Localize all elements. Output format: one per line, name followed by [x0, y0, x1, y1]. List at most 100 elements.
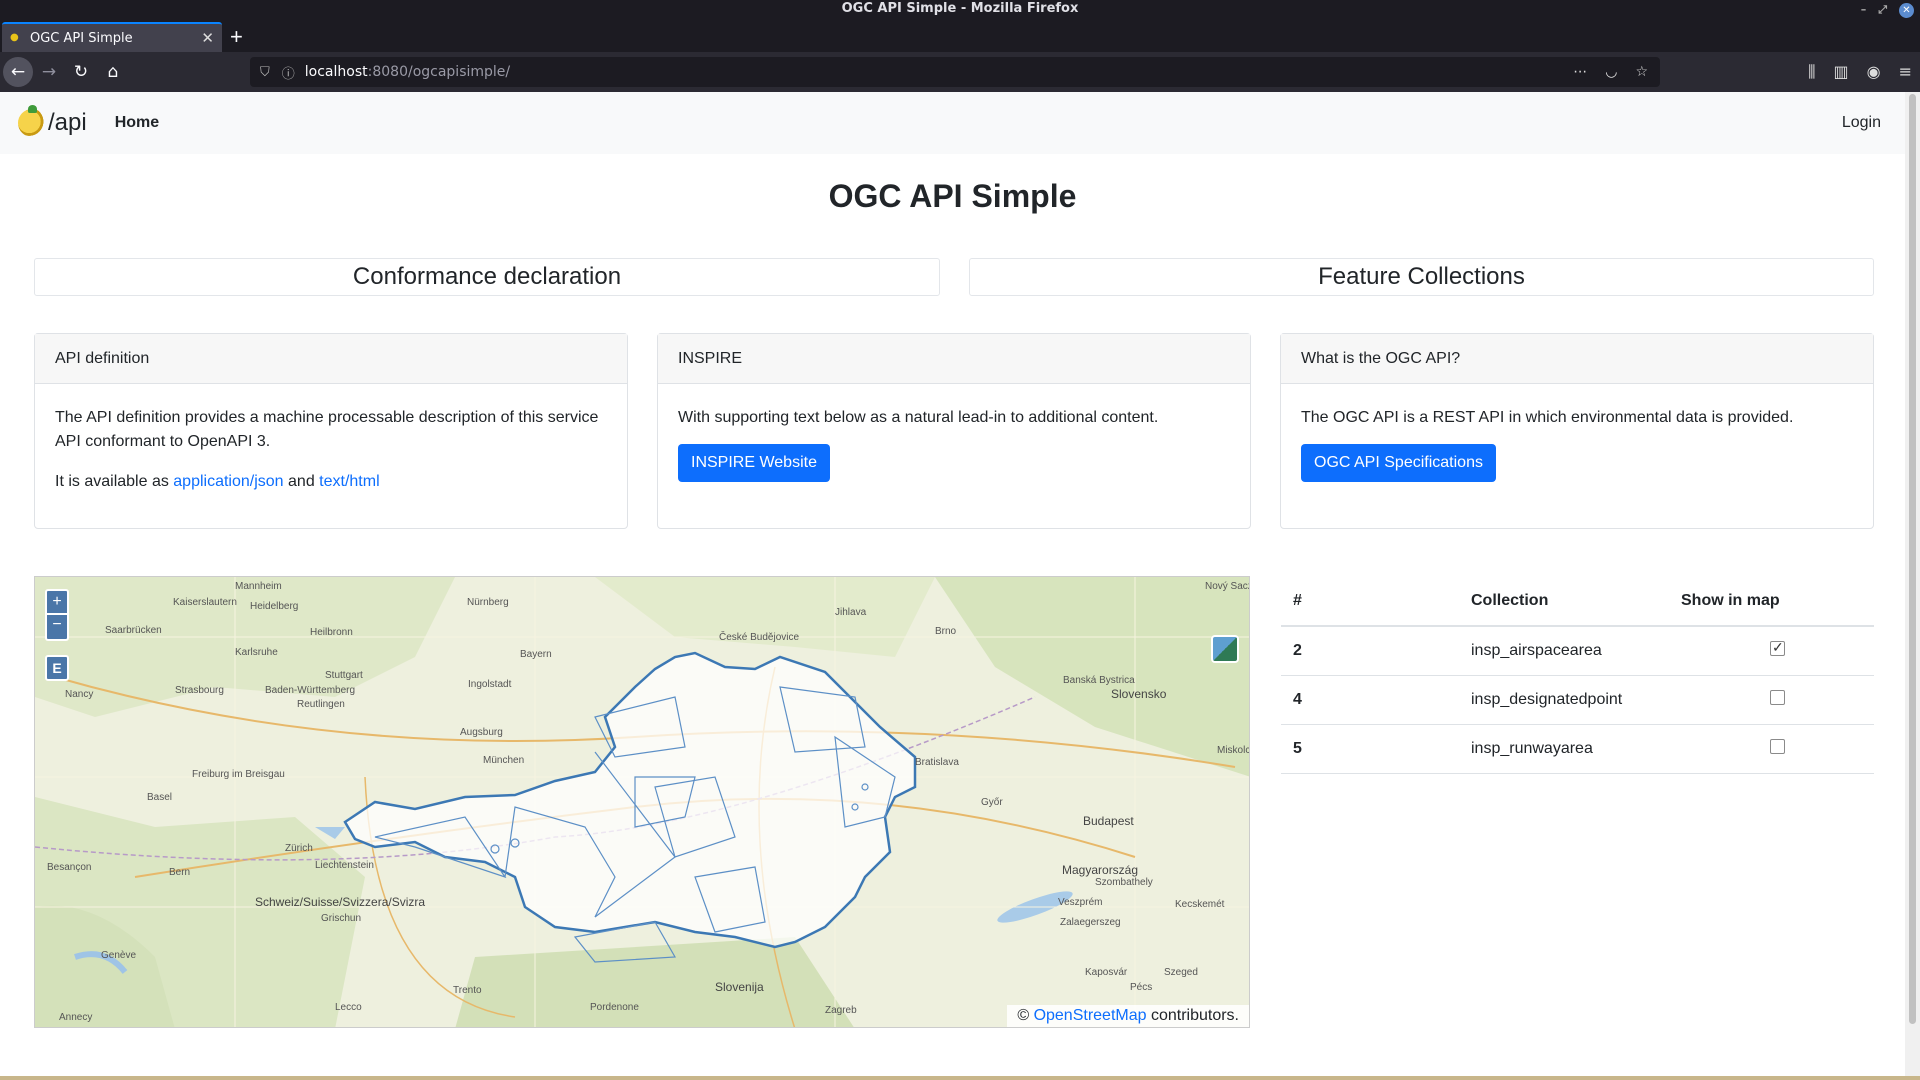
map-place-label: Kaiserslautern — [173, 597, 237, 608]
collection-link[interactable]: insp_airspacearea — [1471, 626, 1681, 676]
map-place-label: Mannheim — [235, 581, 282, 592]
show-in-map-cell — [1681, 626, 1874, 676]
map-place-label: Kecskemét — [1175, 899, 1225, 910]
map-place-label: Budapest — [1083, 814, 1134, 828]
collection-link[interactable]: insp_runwayarea — [1471, 724, 1681, 774]
map-place-label: Miskolc — [1217, 745, 1250, 756]
brand-text: /api — [48, 109, 87, 136]
section-links: Conformance declaration Feature Collecti… — [34, 258, 1874, 296]
map-place-label: Bayern — [520, 649, 552, 660]
map-place-label: Győr — [981, 797, 1003, 808]
toolbar-right: ⫼ ▥ ◉ ≡ — [1808, 62, 1912, 82]
sidebar-icon[interactable]: ▥ — [1834, 62, 1849, 82]
map-place-label: Zagreb — [825, 1005, 857, 1016]
url-path: :8080/ogcapisimple/ — [367, 64, 511, 80]
map-place-label: Heilbronn — [310, 627, 353, 638]
map-place-label: Szeged — [1164, 967, 1198, 978]
site-navbar: /api Home Login — [0, 92, 1905, 154]
table-row: 2 insp_airspacearea — [1281, 626, 1874, 676]
library-icon[interactable]: ⫼ — [1808, 62, 1815, 82]
map-place-label: Lecco — [335, 1002, 362, 1013]
map-place-label: Bern — [169, 867, 191, 878]
show-in-map-checkbox[interactable] — [1770, 689, 1785, 705]
card-ogc-api: What is the OGC API? The OGC API is a RE… — [1280, 333, 1874, 529]
conformance-link[interactable]: Conformance declaration — [34, 258, 940, 296]
col-header-show-in-map: Show in map — [1681, 576, 1874, 627]
reload-icon[interactable]: ↻ — [65, 56, 97, 88]
close-window-icon[interactable]: ✕ — [1899, 2, 1914, 18]
map-place-label: Besançon — [47, 862, 92, 873]
table-row: 4 insp_designatedpoint — [1281, 675, 1874, 725]
pocket-icon[interactable]: ◡ — [1605, 64, 1617, 80]
favicon-icon: ● — [10, 32, 19, 43]
map-place-label: Freiburg im Breisgau — [192, 769, 285, 780]
card-header: API definition — [35, 334, 627, 384]
map-place-label: Jihlava — [835, 607, 867, 618]
map-place-label: Zürich — [285, 843, 313, 854]
scrollbar-thumb[interactable] — [1909, 94, 1916, 1024]
tracking-shield-icon[interactable]: ⛉ — [260, 65, 270, 80]
map-place-label: Pécs — [1130, 982, 1153, 993]
tab-title: OGC API Simple — [30, 30, 133, 46]
show-in-map-cell — [1681, 675, 1874, 725]
url-bar[interactable]: ⛉ ⓘ localhost:8080/ogcapisimple/ ⋯ ◡ ☆ — [250, 57, 1660, 87]
col-header-collection: Collection — [1471, 576, 1681, 627]
zoom-extent-button[interactable]: E — [45, 655, 69, 681]
account-icon[interactable]: ◉ — [1867, 62, 1881, 82]
ogc-api-specifications-button[interactable]: OGC API Specifications — [1301, 444, 1496, 482]
minimize-icon[interactable]: – — [1861, 1, 1867, 19]
map-place-label: Pordenone — [590, 1002, 639, 1013]
page-title: OGC API Simple — [828, 178, 1077, 214]
card-text: The API definition provides a machine pr… — [55, 409, 599, 450]
pygeoapi-logo-icon — [18, 105, 46, 137]
map-place-label: Karlsruhe — [235, 647, 278, 658]
nav-home-link[interactable]: Home — [115, 114, 159, 132]
card-text: The OGC API is a REST API in which envir… — [1301, 409, 1794, 426]
site-info-icon[interactable]: ⓘ — [282, 63, 295, 82]
maximize-icon[interactable]: ⤢ — [1878, 1, 1887, 19]
collection-link[interactable]: insp_designatedpoint — [1471, 675, 1681, 725]
zoom-out-button[interactable]: − — [45, 615, 69, 641]
menu-icon[interactable]: ≡ — [1899, 62, 1912, 82]
page-actions-icon[interactable]: ⋯ — [1573, 64, 1587, 80]
forward-icon[interactable]: → — [33, 56, 65, 88]
map-place-label: Heidelberg — [250, 601, 299, 612]
inspire-website-button[interactable]: INSPIRE Website — [678, 444, 830, 482]
application-json-link[interactable]: application/json — [173, 473, 283, 490]
map-basemap — [35, 577, 1249, 1027]
card-body: The API definition provides a machine pr… — [35, 384, 627, 494]
map-place-label: Zalaegerszeg — [1060, 917, 1121, 928]
zoom-in-button[interactable]: + — [45, 589, 69, 615]
back-icon[interactable]: ← — [3, 57, 33, 87]
map-place-label: Liechtenstein — [315, 860, 374, 871]
map-place-label: Slovensko — [1111, 687, 1167, 701]
window-titlebar: OGC API Simple - Mozilla Firefox – ⤢ ✕ — [0, 0, 1920, 20]
new-tab-icon[interactable]: + — [230, 24, 243, 50]
brand-link[interactable]: /api — [18, 105, 87, 137]
page-scrollbar[interactable] — [1905, 92, 1920, 1077]
show-in-map-checkbox[interactable] — [1770, 639, 1785, 656]
text-html-link[interactable]: text/html — [319, 473, 379, 490]
card-text: and — [283, 473, 320, 490]
openstreetmap-link[interactable]: OpenStreetMap — [1034, 1007, 1147, 1024]
home-icon[interactable]: ⌂ — [97, 56, 129, 88]
map-place-label: Nancy — [65, 689, 94, 700]
nav-login-link[interactable]: Login — [1842, 114, 1881, 132]
card-body: With supporting text below as a natural … — [658, 384, 1250, 482]
card-header: INSPIRE — [658, 334, 1250, 384]
map-place-label: Ingolstadt — [468, 679, 512, 690]
web-page: /api Home Login OGC API Simple Conforman… — [0, 92, 1905, 1077]
show-in-map-cell — [1681, 724, 1874, 774]
browser-tab[interactable]: ● OGC API Simple ✕ — [2, 22, 222, 52]
attribution-prefix: © — [1017, 1007, 1034, 1024]
row-number: 2 — [1281, 626, 1471, 676]
map-place-label: Augsburg — [460, 727, 503, 738]
map-place-label: Annecy — [59, 1012, 93, 1023]
layer-switcher-icon[interactable] — [1211, 635, 1239, 663]
map-place-label: Baden-Württemberg — [265, 685, 356, 696]
collections-map[interactable]: Nürnberg Mannheim Heidelberg Kaiserslautern… — [34, 576, 1250, 1028]
tab-close-icon[interactable]: ✕ — [201, 29, 214, 47]
show-in-map-checkbox[interactable] — [1770, 738, 1785, 754]
feature-collections-link[interactable]: Feature Collections — [969, 258, 1874, 296]
bookmark-star-icon[interactable]: ☆ — [1635, 64, 1648, 80]
